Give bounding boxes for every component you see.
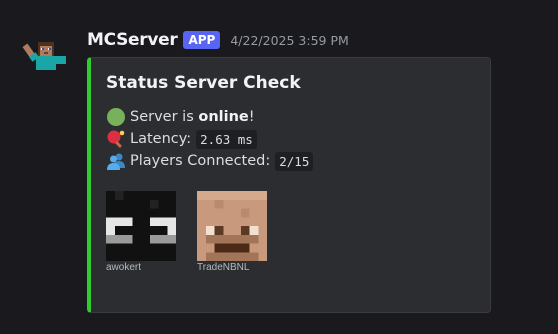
player-head-awokert-icon[interactable] <box>106 191 176 261</box>
player-name: awokert <box>106 262 142 273</box>
player-item: awokert <box>106 191 176 273</box>
players-label: Players Connected: <box>130 153 271 169</box>
bot-avatar-icon[interactable] <box>22 38 70 76</box>
embed-title: Status Server Check <box>106 73 301 93</box>
players-value: 2/15 <box>275 151 314 171</box>
status-suffix: ! <box>248 109 255 125</box>
player-name: TradeNBNL <box>197 262 250 273</box>
player-head-tradenbnl-icon[interactable] <box>197 191 267 261</box>
server-status-line: Server is online ! <box>106 107 255 127</box>
busts-in-silhouette-icon <box>107 153 125 170</box>
embed-card: Status Server Check Server is online ! L… <box>87 57 491 313</box>
status-prefix: Server is <box>130 109 199 125</box>
players-line: Players Connected: 2/15 <box>106 151 314 171</box>
app-badge: APP <box>183 31 221 49</box>
timestamp[interactable]: 4/22/2025 3:59 PM <box>230 33 348 48</box>
status-value: online <box>198 109 249 125</box>
player-item: TradeNBNL <box>197 191 267 273</box>
username[interactable]: MCServer <box>87 30 178 50</box>
latency-label: Latency: <box>130 131 192 147</box>
green-circle-icon <box>107 108 125 126</box>
latency-value: 2.63 ms <box>196 129 257 149</box>
latency-line: Latency: 2.63 ms <box>106 129 257 149</box>
ping-pong-icon <box>107 130 125 148</box>
message-header: MCServer APP 4/22/2025 3:59 PM <box>87 29 349 51</box>
